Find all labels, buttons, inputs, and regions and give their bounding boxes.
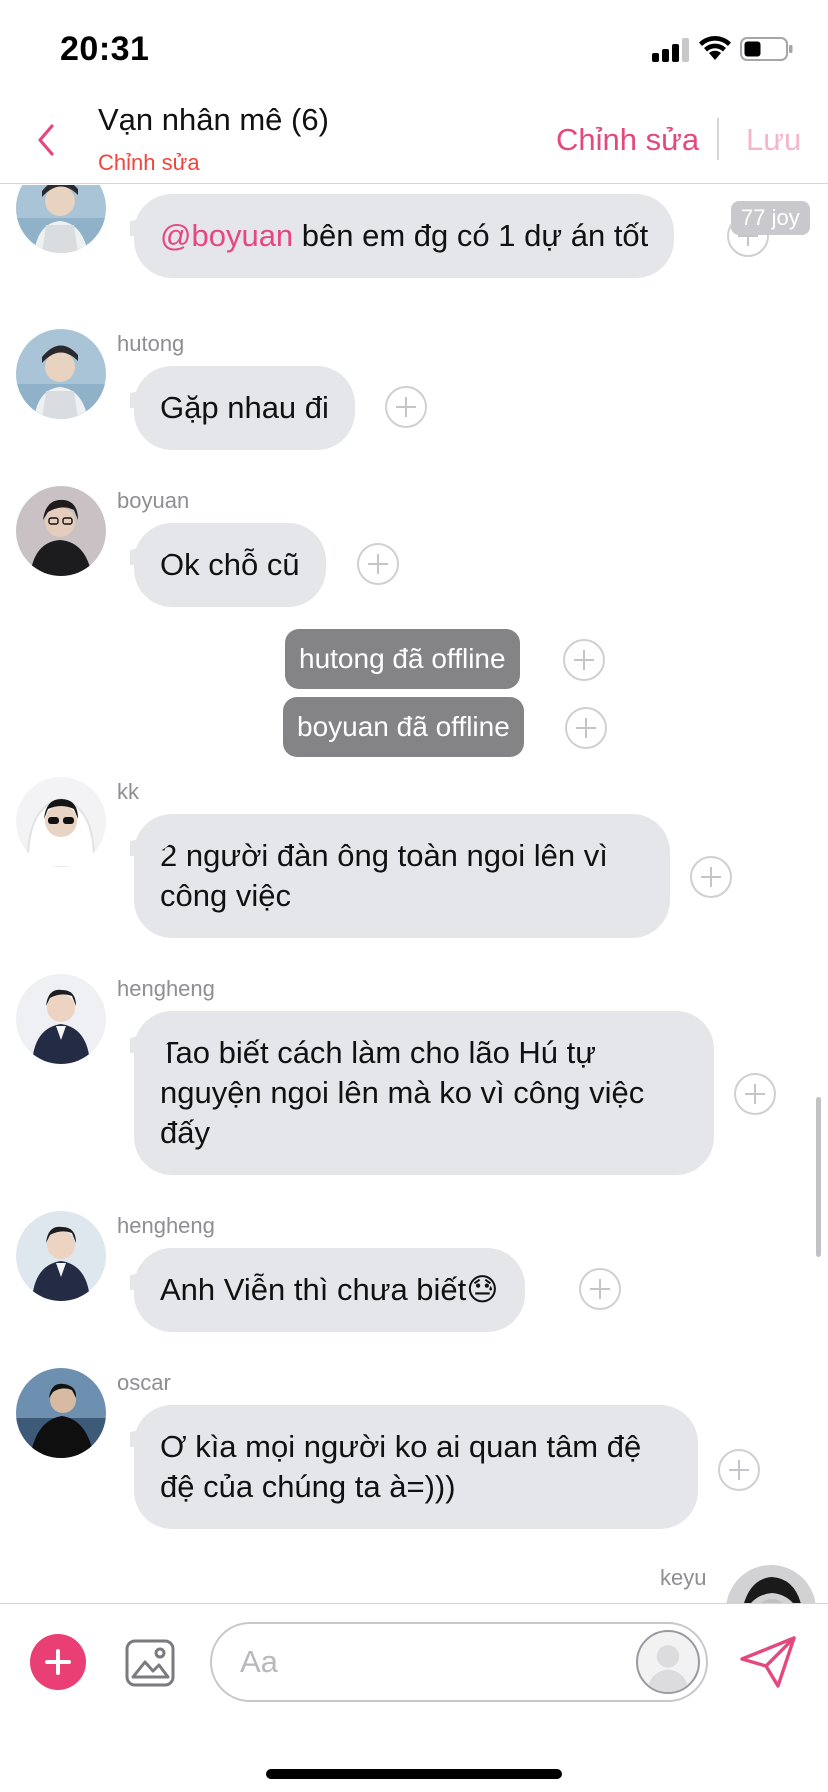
message-text: Ơ kìa mọi người ko ai quan tâm đệ đệ của… xyxy=(160,1429,642,1504)
react-plus-button[interactable] xyxy=(565,707,607,749)
avatar[interactable] xyxy=(726,1565,816,1603)
message-list[interactable]: hutong @boyuan bên em đg có 1 dự án tốt … xyxy=(0,185,828,1603)
chat-subtitle[interactable]: Chỉnh sửa xyxy=(98,150,200,176)
sender-name: kk xyxy=(117,779,139,804)
avatar[interactable] xyxy=(16,329,106,419)
image-icon xyxy=(125,1639,175,1687)
message-text: Tao biết cách làm cho lão Hú tự nguyện n… xyxy=(160,1035,645,1150)
status-time: 20:31 xyxy=(60,30,150,68)
react-plus-button[interactable] xyxy=(690,856,732,898)
message-bubble[interactable]: @boyuan bên em đg có 1 dự án tốt xyxy=(134,194,675,278)
avatar[interactable] xyxy=(16,974,106,1064)
person-silhouette-icon xyxy=(647,1645,689,1692)
react-plus-button[interactable] xyxy=(563,639,605,681)
character-avatar-button[interactable] xyxy=(636,1630,700,1694)
home-indicator xyxy=(266,1769,562,1779)
react-plus-button[interactable] xyxy=(579,1268,621,1310)
chat-header: Vạn nhân mê (6) Chỉnh sửa Chỉnh sửa Lưu xyxy=(0,96,828,184)
edit-button[interactable]: Chỉnh sửa xyxy=(556,122,699,158)
header-divider xyxy=(717,118,719,160)
paper-plane-icon xyxy=(740,1636,796,1688)
back-button[interactable] xyxy=(22,112,70,168)
avatar[interactable] xyxy=(16,486,106,576)
message-bubble[interactable]: Ok chỗ cũ xyxy=(134,523,326,607)
chevron-left-icon xyxy=(38,124,54,156)
scrollbar[interactable] xyxy=(816,1097,821,1257)
avatar[interactable] xyxy=(16,777,106,867)
react-plus-button[interactable] xyxy=(385,386,427,428)
message-bubble[interactable]: Anh Viễn thì chưa biết😓 xyxy=(134,1248,525,1332)
sender-name: hutong xyxy=(117,331,185,356)
react-plus-button[interactable] xyxy=(734,1073,776,1115)
wifi-icon xyxy=(698,34,732,62)
sender-name: hengheng xyxy=(117,976,215,1001)
message-text: bên em đg có 1 dự án tốt xyxy=(293,218,649,253)
system-message: boyuan đã offline xyxy=(283,697,524,757)
message-input-container[interactable] xyxy=(210,1622,708,1702)
save-button[interactable]: Lưu xyxy=(746,122,801,158)
message-text: Ok chỗ cũ xyxy=(160,547,300,582)
message-bubble[interactable]: 2 người đàn ông toàn ngoi lên vì công vi… xyxy=(134,814,670,938)
send-button[interactable] xyxy=(738,1634,798,1690)
message-text: Gặp nhau đi xyxy=(160,390,329,425)
message-input[interactable] xyxy=(240,1640,570,1684)
image-button[interactable] xyxy=(124,1638,176,1688)
message-bubble[interactable]: Ơ kìa mọi người ko ai quan tâm đệ đệ của… xyxy=(134,1405,698,1529)
message-text: 2 người đàn ông toàn ngoi lên vì công vi… xyxy=(160,838,608,913)
system-message: hutong đã offline xyxy=(285,629,520,689)
message-bubble[interactable]: Gặp nhau đi xyxy=(134,366,355,450)
sender-name: oscar xyxy=(117,1370,171,1395)
cellular-signal-icon xyxy=(652,38,690,62)
message-bubble[interactable]: Tao biết cách làm cho lão Hú tự nguyện n… xyxy=(134,1011,714,1175)
react-plus-button[interactable] xyxy=(357,543,399,585)
avatar[interactable] xyxy=(16,185,106,253)
mention-link[interactable]: @boyuan xyxy=(160,218,293,253)
message-text: Anh Viễn thì chưa biết😓 xyxy=(160,1272,499,1307)
status-bar: 20:31 xyxy=(0,0,828,96)
time-badge: 77 joy xyxy=(731,201,810,235)
add-button[interactable] xyxy=(30,1634,86,1690)
sender-name: boyuan xyxy=(117,488,190,513)
sender-name: hengheng xyxy=(117,1213,215,1238)
battery-icon xyxy=(740,36,794,62)
message-composer xyxy=(0,1603,828,1792)
avatar[interactable] xyxy=(16,1368,106,1458)
sender-name: keyu xyxy=(660,1565,707,1590)
avatar[interactable] xyxy=(16,1211,106,1301)
react-plus-button[interactable] xyxy=(718,1449,760,1491)
chat-title: Vạn nhân mê (6) xyxy=(98,102,329,137)
